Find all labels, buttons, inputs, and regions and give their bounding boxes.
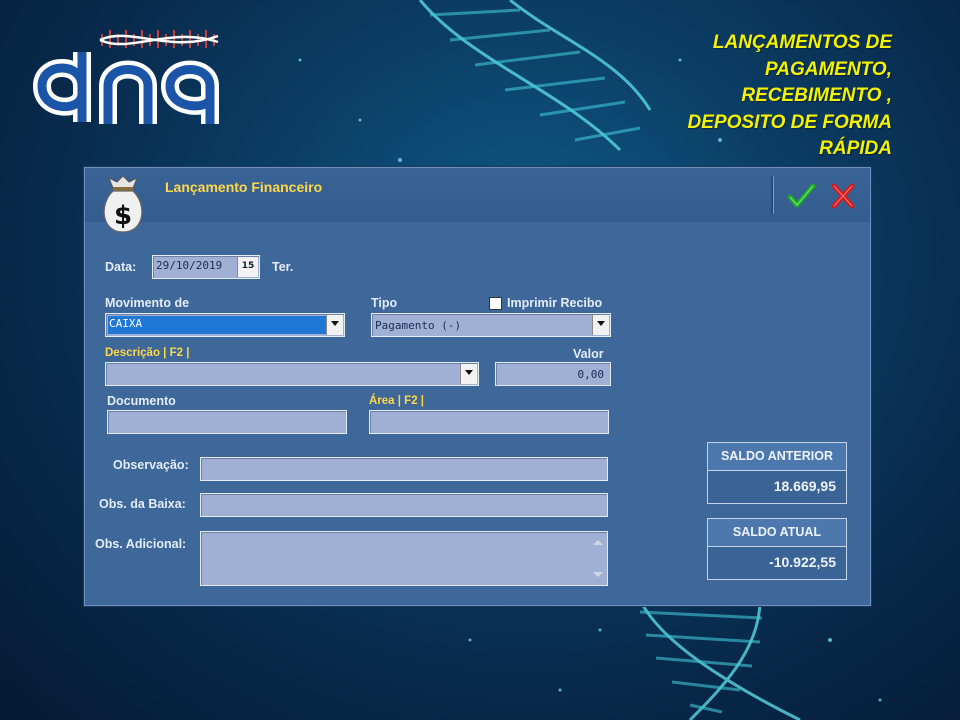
data-date-field[interactable]: 29/10/2019 15: [152, 255, 260, 279]
saldo-atual-value: -10.922,55: [769, 554, 836, 570]
imprimir-recibo-checkbox[interactable]: [489, 297, 502, 310]
valor-label: Valor: [573, 347, 604, 361]
data-date-value: 29/10/2019: [156, 259, 223, 272]
descricao-select[interactable]: [105, 362, 479, 386]
promo-banner: LANÇAMENTOS DE PAGAMENTO, RECEBIMENTO , …: [572, 30, 892, 163]
documento-label: Documento: [107, 394, 176, 408]
money-bag-icon: $: [103, 175, 143, 233]
calendar-icon[interactable]: 15: [237, 257, 258, 277]
svg-text:$: $: [114, 201, 132, 231]
tipo-select[interactable]: Pagamento (-): [371, 313, 611, 337]
valor-value: 0,00: [577, 368, 605, 381]
obs-baixa-field[interactable]: [200, 493, 608, 517]
dna-logo: [32, 30, 219, 124]
movimento-selected: CAIXA: [108, 316, 326, 334]
tipo-value: Pagamento (-): [375, 319, 462, 332]
area-label: Área | F2 |: [369, 395, 425, 407]
lancamento-financeiro-window: $ Lançamento Financeiro Data: 29/10/2019…: [84, 167, 871, 606]
chevron-down-icon[interactable]: [592, 315, 609, 335]
obs-adicional-textarea[interactable]: [200, 531, 608, 586]
observacao-label: Observação:: [113, 458, 189, 472]
saldo-atual-box: SALDO ATUAL -10.922,55: [707, 518, 847, 580]
weekday-label: Ter.: [272, 260, 294, 274]
toolbar-separator: [771, 176, 774, 214]
movimento-select[interactable]: CAIXA: [105, 313, 345, 337]
banner-line: RECEBIMENTO ,: [741, 85, 892, 106]
chevron-down-icon[interactable]: [326, 315, 343, 335]
obs-baixa-label: Obs. da Baixa:: [99, 497, 186, 511]
window-titlebar: $ Lançamento Financeiro: [85, 168, 870, 233]
movimento-label: Movimento de: [105, 296, 190, 310]
chevron-down-icon[interactable]: [460, 364, 477, 384]
scroll-down-icon[interactable]: [593, 572, 603, 577]
confirm-check-icon[interactable]: [785, 180, 817, 212]
observacao-field[interactable]: [200, 457, 608, 481]
saldo-atual-label: SALDO ATUAL: [708, 519, 846, 547]
saldo-anterior-value: 18.669,95: [773, 478, 836, 494]
banner-line: PAGAMENTO,: [764, 58, 892, 80]
tipo-label: Tipo: [371, 296, 398, 310]
descricao-label: Descrição | F2 |: [105, 347, 190, 359]
imprimir-recibo-label: Imprimir Recibo: [507, 296, 603, 310]
area-field[interactable]: [369, 410, 609, 434]
saldo-anterior-box: SALDO ANTERIOR 18.669,95: [707, 442, 847, 504]
window-title: Lançamento Financeiro: [165, 179, 323, 195]
documento-field[interactable]: [107, 410, 347, 434]
scroll-up-icon[interactable]: [593, 540, 603, 545]
banner-line: LANÇAMENTOS DE: [712, 32, 892, 53]
data-label: Data:: [105, 260, 137, 274]
banner-line: DEPOSITO DE FORMA: [687, 111, 892, 133]
cancel-close-icon[interactable]: [827, 180, 859, 212]
movimento-value: CAIXA: [109, 317, 143, 330]
valor-field[interactable]: 0,00: [495, 362, 611, 386]
saldo-anterior-label: SALDO ANTERIOR: [708, 443, 846, 471]
banner-line: RÁPIDA: [819, 138, 892, 159]
obs-adicional-label: Obs. Adicional:: [95, 537, 187, 551]
